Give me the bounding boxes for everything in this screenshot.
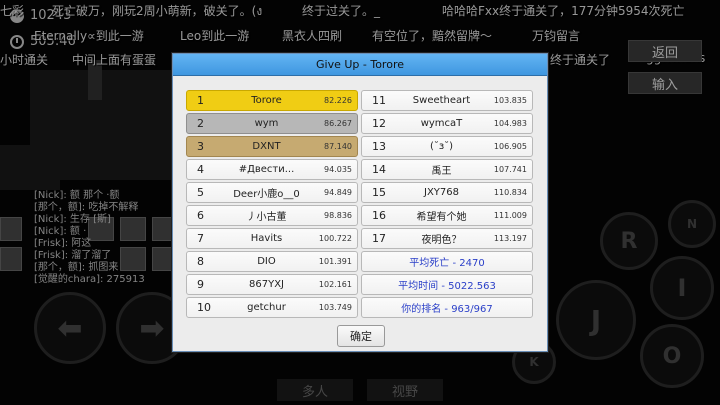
leaderboard-row: 8 DIO 101.391 <box>186 251 358 272</box>
confirm-button[interactable]: 确定 <box>337 325 385 347</box>
completion-time: 94.849 <box>324 188 352 197</box>
leaderboard-row: 16 希望有个她 111.009 <box>361 205 533 226</box>
player-name: 夜明色？ <box>421 235 462 246</box>
player-name: Havits <box>250 233 283 244</box>
leaderboard-row: 6 丿小古董 98.836 <box>186 205 358 226</box>
player-name: getchur <box>247 302 286 313</box>
leaderboard-rank: 11 <box>372 94 386 107</box>
completion-time: 101.391 <box>318 257 352 266</box>
leaderboard-rank: 7 <box>197 232 204 245</box>
your-rank: 你的排名 - 963/967 <box>361 297 533 318</box>
leaderboard-row: 11 Sweetheart 103.835 <box>361 90 533 111</box>
completion-time: 103.749 <box>318 303 352 312</box>
leaderboard-right-column: 11 Sweetheart 103.835 12 wymcaT 104.983 13 (˘з˘… <box>361 90 533 318</box>
dialog-title: Give Up - Torore <box>173 54 547 76</box>
completion-time: 98.836 <box>324 211 352 220</box>
give-up-dialog: Give Up - Torore 1 Torore 82.226 2 wym 86.267… <box>172 53 548 352</box>
leaderboard-rank: 3 <box>197 140 204 153</box>
leaderboard-rank: 2 <box>197 117 204 130</box>
leaderboard-rank: 5 <box>197 186 204 199</box>
leaderboard-left-column: 1 Torore 82.226 2 wym 86.267 3 DXNT 87.140 4 #Двес… <box>186 90 358 318</box>
player-name: DIO <box>257 256 276 267</box>
completion-time: 87.140 <box>324 142 352 151</box>
completion-time: 103.835 <box>493 96 527 105</box>
completion-time: 94.035 <box>324 165 352 174</box>
leaderboard-row: 17 夜明色？ 113.197 <box>361 228 533 249</box>
leaderboard-row: 14 禹王 107.741 <box>361 159 533 180</box>
player-name: (˘з˘) <box>429 141 454 152</box>
leaderboard-row: 4 #Двести... 94.035 <box>186 159 358 180</box>
completion-time: 86.267 <box>324 119 352 128</box>
completion-time: 106.905 <box>493 142 527 151</box>
completion-time: 113.197 <box>493 234 527 243</box>
leaderboard-row: 10 getchur 103.749 <box>186 297 358 318</box>
leaderboard-rank: 8 <box>197 255 204 268</box>
leaderboard-rank: 13 <box>372 140 386 153</box>
leaderboard-rank: 17 <box>372 232 386 245</box>
leaderboard-row: 12 wymcaT 104.983 <box>361 113 533 134</box>
player-name: wym <box>254 118 279 129</box>
player-name: Sweetheart <box>412 95 471 106</box>
leaderboard-rank: 15 <box>372 186 386 199</box>
leaderboard-rank: 10 <box>197 301 211 314</box>
average-time: 平均时间 - 5022.563 <box>361 274 533 295</box>
leaderboard-grid: 1 Torore 82.226 2 wym 86.267 3 DXNT 87.140 4 #Двес… <box>186 90 534 318</box>
completion-time: 111.009 <box>493 211 527 220</box>
completion-time: 104.983 <box>493 119 527 128</box>
leaderboard-row: 15 JXY768 110.834 <box>361 182 533 203</box>
player-name: 丿小古董 <box>246 212 287 223</box>
player-name: Deer小鹿o__0 <box>233 189 300 200</box>
completion-time: 82.226 <box>324 96 352 105</box>
player-name: DXNT <box>252 141 281 152</box>
average-deaths: 平均死亡 - 2470 <box>361 251 533 272</box>
leaderboard-rank: 12 <box>372 117 386 130</box>
player-name: #Двести... <box>238 164 295 175</box>
leaderboard-row: 2 wym 86.267 <box>186 113 358 134</box>
player-name: 867YXJ <box>249 279 284 290</box>
leaderboard-row: 5 Deer小鹿o__0 94.849 <box>186 182 358 203</box>
completion-time: 107.741 <box>493 165 527 174</box>
player-name: wymcaT <box>420 118 463 129</box>
leaderboard-row: 13 (˘з˘) 106.905 <box>361 136 533 157</box>
leaderboard-row: 1 Torore 82.226 <box>186 90 358 111</box>
leaderboard: 1 Torore 82.226 2 wym 86.267 3 DXNT 87.140 4 #Двес… <box>186 90 534 318</box>
player-name: Torore <box>251 95 282 106</box>
leaderboard-rank: 16 <box>372 209 386 222</box>
leaderboard-rank: 6 <box>197 209 204 222</box>
leaderboard-rank: 9 <box>197 278 204 291</box>
leaderboard-rank: 1 <box>197 94 204 107</box>
completion-time: 110.834 <box>493 188 527 197</box>
player-name: 希望有个她 <box>416 212 467 223</box>
leaderboard-rank: 14 <box>372 163 386 176</box>
player-name: 禹王 <box>431 166 452 177</box>
player-name: JXY768 <box>424 187 459 198</box>
leaderboard-row: 7 Havits 100.722 <box>186 228 358 249</box>
leaderboard-rank: 4 <box>197 163 204 176</box>
completion-time: 100.722 <box>318 234 352 243</box>
leaderboard-row: 9 867YXJ 102.161 <box>186 274 358 295</box>
completion-time: 102.161 <box>318 280 352 289</box>
leaderboard-row: 3 DXNT 87.140 <box>186 136 358 157</box>
